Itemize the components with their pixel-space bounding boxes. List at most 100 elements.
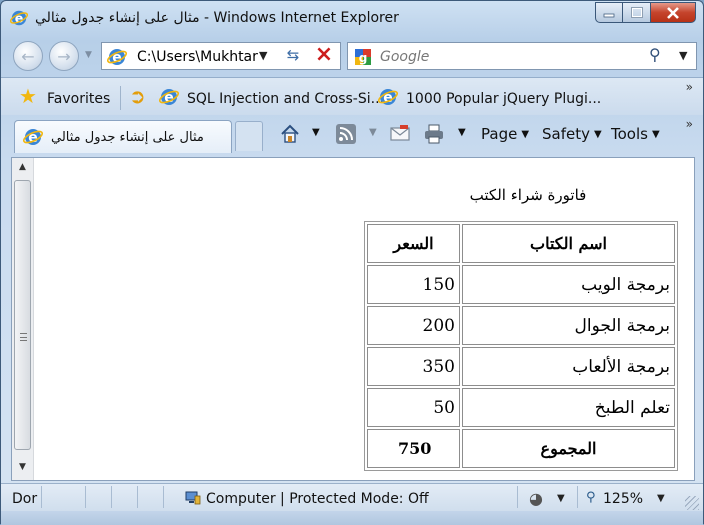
refresh-icon[interactable]: ⇆ [281,46,305,66]
navigation-bar: ← → ▼ e C:\Users\Mukhtar ▼ ⇆ × g Google … [1,37,703,77]
page-ie-icon: e [23,129,43,146]
status-divider [85,486,86,508]
header-price: السعر [367,224,460,263]
back-arrow-icon: ← [21,46,35,66]
safety-menu[interactable]: Safety ▼ [542,125,602,143]
page-menu-label: Page [481,125,518,143]
chevron-down-icon: ▼ [521,129,530,140]
scroll-thumb[interactable] [14,180,31,450]
page-menu[interactable]: Page ▼ [481,125,529,143]
favorites-label: Favorites [47,91,111,107]
page-ie-icon: e [159,89,179,106]
add-favorite-icon[interactable]: ➲ [129,86,146,106]
status-divider [111,486,112,508]
zoom-level[interactable]: 125% [603,491,643,507]
table-row: برمجة الجوال 200 [367,306,675,345]
chevron-down-icon: ▼ [593,129,602,140]
maximize-icon [630,7,643,18]
header-book-name: اسم الكتاب [462,224,675,263]
total-label-cell: المجموع [462,429,675,468]
minimize-button[interactable] [595,2,623,23]
chevron-right-icon[interactable]: » [686,80,693,94]
price-cell: 350 [367,347,460,386]
search-box[interactable]: g Google ⚲ ▼ [347,42,697,70]
star-icon: ★ [19,84,37,108]
caption-buttons [595,2,696,26]
status-divider [517,486,518,508]
forward-arrow-icon: → [57,46,71,66]
search-dropdown-icon[interactable]: ▼ [679,49,687,62]
page-ie-icon: e [378,89,398,106]
magnifier-icon[interactable]: ⚲ [649,45,661,64]
tools-menu-label: Tools [611,125,648,143]
security-zone-label[interactable]: Computer | Protected Mode: Off [206,491,429,507]
read-mail-icon[interactable] [389,123,411,145]
chevron-right-icon[interactable]: » [686,117,693,131]
total-value-cell: 750 [367,429,460,468]
google-icon: g [355,49,371,65]
print-icon[interactable] [423,123,445,145]
rss-feed-icon[interactable] [335,123,357,145]
book-name-cell: برمجة الويب [462,265,675,304]
maximize-button[interactable] [623,2,651,23]
search-input[interactable]: Google [380,49,429,65]
window-bottom-edge [1,511,703,525]
status-divider [577,486,578,508]
page-content: ▲ ▼ فاتورة شراء الكتب اسم الكتاب السعر ب… [11,157,695,481]
status-text: Dor [12,491,38,507]
table-total-row: المجموع 750 [367,429,675,468]
address-dropdown-icon[interactable]: ▼ [259,49,267,62]
books-table: اسم الكتاب السعر برمجة الويب 150 برمجة ا… [364,221,678,471]
favorite-link-label[interactable]: SQL Injection and Cross-Si... [187,91,384,107]
scroll-up-icon[interactable]: ▲ [12,162,33,172]
table-header-row: اسم الكتاب السعر [367,224,675,263]
address-bar[interactable]: e C:\Users\Mukhtar ▼ ⇆ × [101,42,341,70]
tools-menu[interactable]: Tools ▼ [611,125,660,143]
title-bar: e مثال على إنشاء جدول مثالي - Windows In… [1,1,703,35]
computer-zone-icon [185,491,201,505]
table-caption: فاتورة شراء الكتب [469,186,587,204]
table-row: برمجة الويب 150 [367,265,675,304]
price-cell: 50 [367,388,460,427]
back-button[interactable]: ← [13,41,43,71]
status-divider [41,486,42,508]
close-button[interactable] [651,2,696,23]
table-row: برمجة الألعاب 350 [367,347,675,386]
home-icon[interactable] [279,123,301,145]
favorite-link-label[interactable]: 1000 Popular jQuery Plugi... [406,91,601,107]
zoom-dropdown-icon[interactable]: ▼ [657,493,665,504]
favorites-separator [120,86,121,110]
print-dropdown-icon[interactable]: ▼ [458,127,466,138]
table-row: تعلم الطبخ 50 [367,388,675,427]
close-icon [667,6,679,19]
tab-current[interactable]: e مثال على إنشاء جدول مثالي [14,120,232,153]
status-divider [137,486,138,508]
safety-menu-label: Safety [542,125,590,143]
page-ie-icon: e [107,49,127,66]
minimize-icon [603,13,615,17]
browser-window: e مثال على إنشاء جدول مثالي - Windows In… [0,0,704,525]
favorites-bar: ★ Favorites ➲ e SQL Injection and Cross-… [1,77,703,115]
tab-label: مثال على إنشاء جدول مثالي [51,130,204,145]
status-divider [163,486,164,508]
tab-row: e مثال على إنشاء جدول مثالي ▼ ▼ ▼ Page ▼… [1,115,703,155]
ie-logo-icon: e [10,11,28,26]
chevron-down-icon[interactable]: ▼ [557,493,565,504]
history-dropdown[interactable]: ▼ [85,50,92,60]
address-text[interactable]: C:\Users\Mukhtar [137,49,258,65]
new-tab-button[interactable] [235,121,263,151]
home-dropdown-icon[interactable]: ▼ [312,127,320,138]
svg-text:g: g [359,51,368,65]
scroll-down-icon[interactable]: ▼ [12,462,33,472]
book-name-cell: تعلم الطبخ [462,388,675,427]
vertical-scrollbar[interactable]: ▲ ▼ [12,158,34,480]
grip-icon [20,333,27,341]
feed-dropdown-icon[interactable]: ▼ [369,127,377,138]
resize-grip-icon[interactable] [685,496,699,510]
stop-icon[interactable]: × [313,44,335,66]
protected-mode-icon[interactable]: ◕ [529,489,543,508]
status-bar: Dor Computer | Protected Mode: Off ◕ ▼ ⚲… [1,483,703,511]
price-cell: 150 [367,265,460,304]
forward-button[interactable]: → [49,41,79,71]
chevron-down-icon: ▼ [651,129,660,140]
